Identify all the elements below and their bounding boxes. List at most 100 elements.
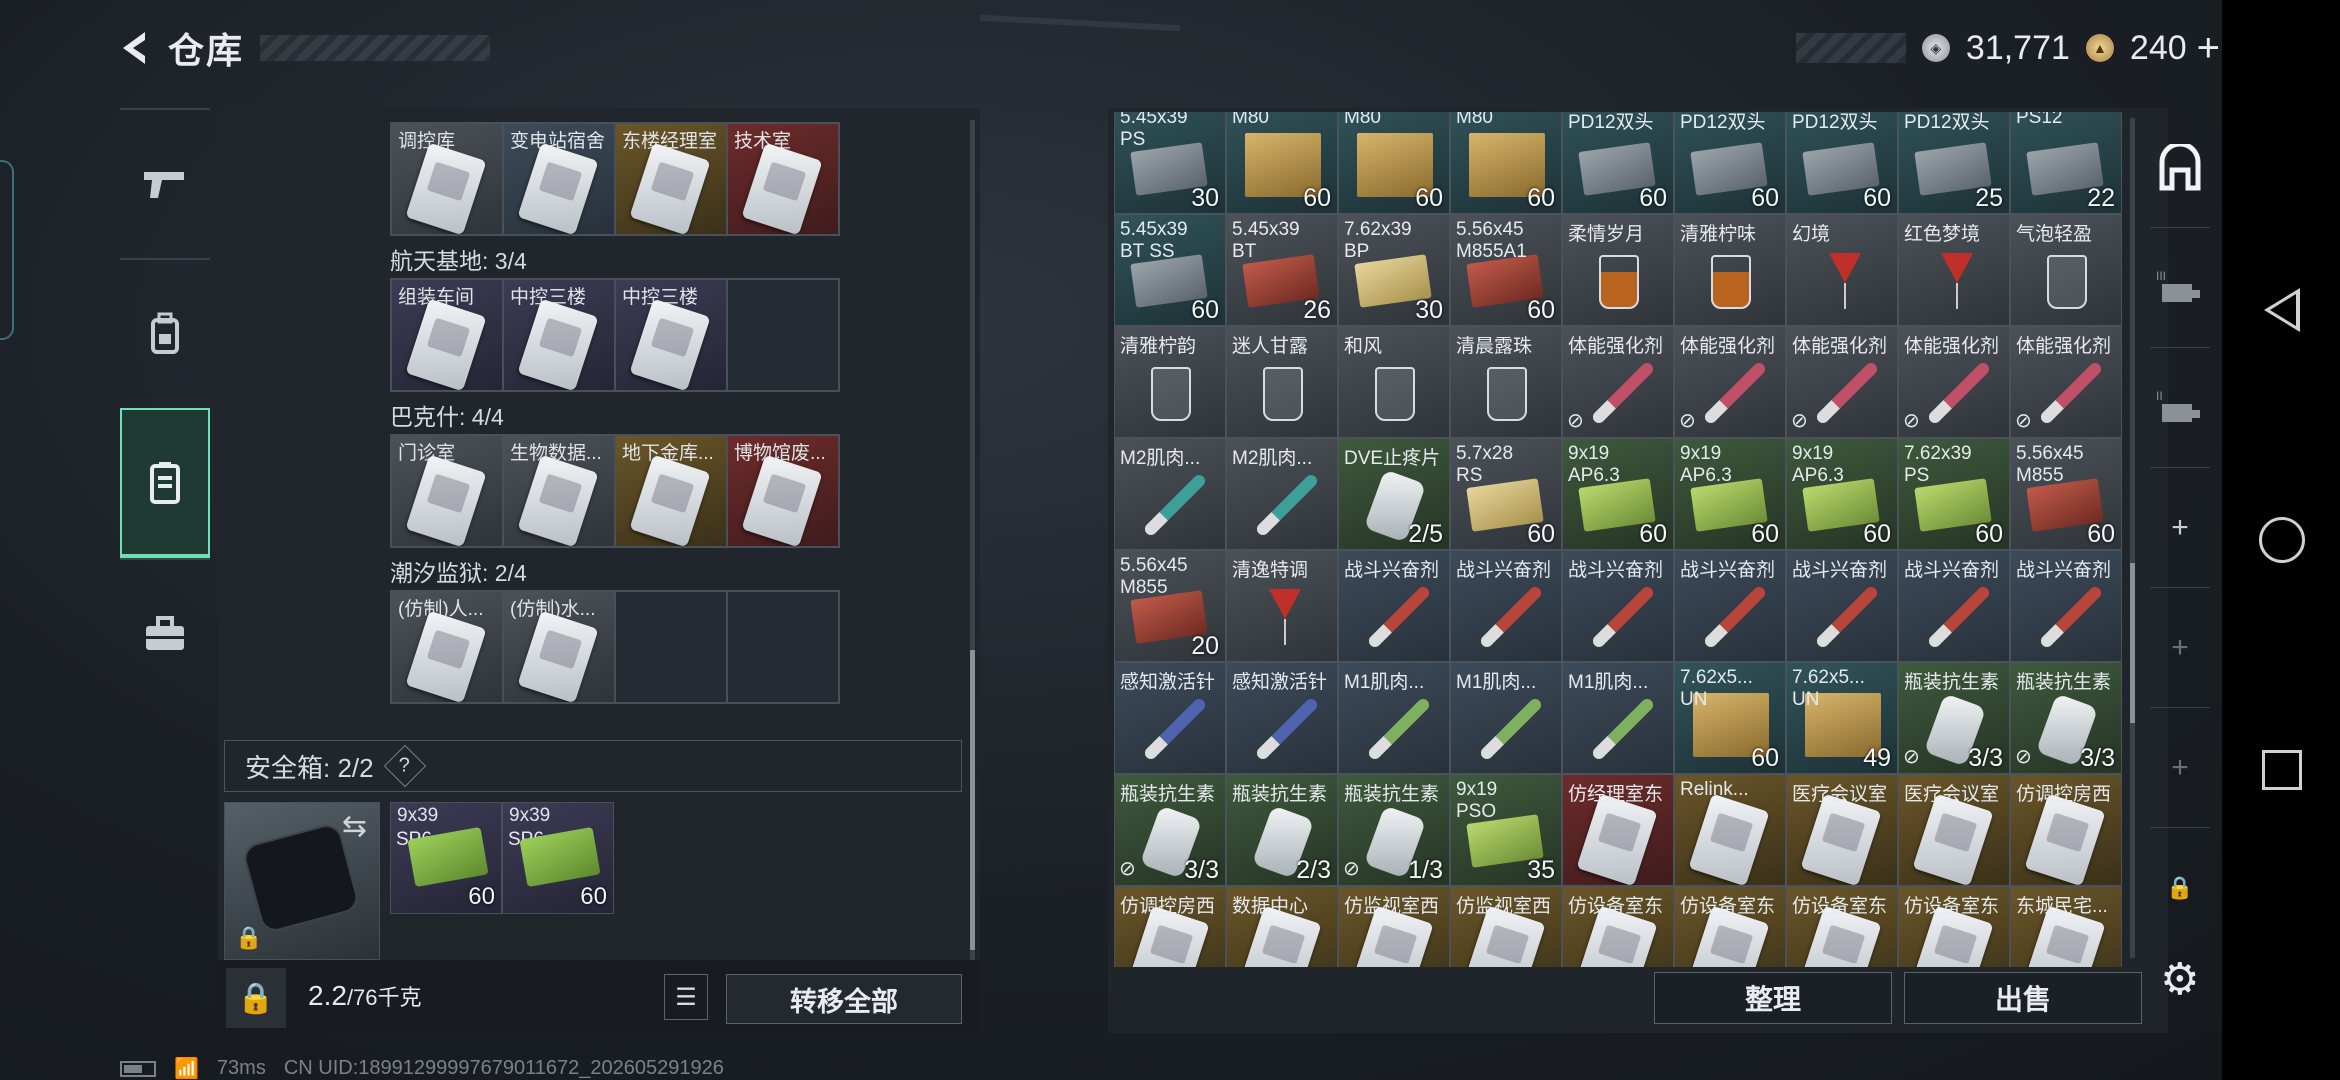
storage-icon[interactable] [2150,108,2210,228]
storage-item-slot[interactable]: M1肌肉... [1562,662,1674,774]
storage-item-slot[interactable]: 感知激活针 [1114,662,1226,774]
storage-item-slot[interactable]: 柔情岁月 [1562,214,1674,326]
storage-item-slot[interactable]: 7.62x5... UN 60 [1674,662,1786,774]
storage-item-slot[interactable]: 清雅柠韵 [1114,326,1226,438]
storage-item-slot[interactable]: 战斗兴奋剂 [1898,550,2010,662]
storage-item-slot[interactable]: 战斗兴奋剂 [1674,550,1786,662]
keycard-slot[interactable]: 技术室 [727,123,839,235]
storage-item-slot[interactable]: 瓶装抗生素 ⊘ 3/3 [1898,662,2010,774]
storage-item-slot[interactable]: 7.62x39 PS 60 [1898,438,2010,550]
scroll-thumb[interactable] [2130,563,2135,723]
storage-item-slot[interactable]: 体能强化剂 ⊘ [1898,326,2010,438]
add-storage-icon[interactable]: + [2150,468,2210,588]
storage-item-slot[interactable]: 迷人甘露 [1226,326,1338,438]
move-all-button[interactable]: 转移全部 [726,974,962,1024]
keycard-slot[interactable]: 东楼经理室 [615,123,727,235]
storage-item-slot[interactable]: 7.62x5... UN 49 [1786,662,1898,774]
storage-item-slot[interactable]: PS12 22 [2010,112,2122,214]
keycard-slot[interactable]: 变电站宿舍 [503,123,615,235]
storage-item-slot[interactable]: 7.62x39 BP 30 [1338,214,1450,326]
storage-item-slot[interactable]: PD12双头 60 [1674,112,1786,214]
storage-item-slot[interactable]: M80 60 [1450,112,1562,214]
storage-item-slot[interactable]: 战斗兴奋剂 [1562,550,1674,662]
keycard-slot[interactable]: 生物数据... [503,435,615,547]
storage-item-slot[interactable]: 5.45x39 BT 26 [1226,214,1338,326]
storage-item-slot[interactable]: 战斗兴奋剂 [1450,550,1562,662]
storage-item-slot[interactable]: 5.56x45 M855 20 [1114,550,1226,662]
left-scrollbar[interactable] [970,120,975,960]
empty-slot[interactable] [727,279,839,391]
storage-item-slot[interactable]: PD12双头 25 [1898,112,2010,214]
storage-item-slot[interactable]: M1肌肉... [1338,662,1450,774]
storage-item-slot[interactable]: 9x19 AP6.3 60 [1674,438,1786,550]
gear-icon[interactable]: ⚙ [2160,954,2199,1005]
right-scrollbar[interactable] [2130,118,2135,958]
storage-item-slot[interactable]: M80 60 [1226,112,1338,214]
storage-item-slot[interactable]: 瓶装抗生素 ⊘ 1/3 [1338,774,1450,886]
edge-handle[interactable] [0,160,14,340]
storage-item-slot[interactable]: 5.45x39 PS 30 [1114,112,1226,214]
storage-item-slot[interactable]: 医疗会议室 [1786,774,1898,886]
empty-slot[interactable] [727,591,839,703]
storage-item-slot[interactable]: 9x19 PSO 35 [1450,774,1562,886]
storage-item-slot[interactable]: 战斗兴奋剂 [1338,550,1450,662]
keycard-slot[interactable]: 调控库 [391,123,503,235]
storage-item-slot[interactable]: 仿设备室东 [1898,886,2010,967]
swap-icon[interactable]: ⇆ [342,809,367,844]
storage-item-slot[interactable]: 东城民宅... [2010,886,2122,967]
add-currency-button[interactable]: + [2197,26,2220,71]
storage-item-slot[interactable]: 气泡轻盈 [2010,214,2122,326]
tab-gear[interactable] [120,258,210,408]
storage-item-slot[interactable]: 清雅柠味 [1674,214,1786,326]
storage-item-slot[interactable]: M1肌肉... [1450,662,1562,774]
ammo-slot[interactable]: 9x39 SP6 60 [502,802,614,914]
storage-item-slot[interactable]: PD12双头 60 [1562,112,1674,214]
storage-item-slot[interactable]: M80 60 [1338,112,1450,214]
tab-weapons[interactable] [120,108,210,258]
storage-item-slot[interactable]: 5.45x39 BT SS 60 [1114,214,1226,326]
storage-item-slot[interactable]: M2肌肉... [1226,438,1338,550]
tab-case[interactable] [120,558,210,708]
storage-item-slot[interactable]: 仿调控房西 [2010,774,2122,886]
ammo-slot[interactable]: 9x39 SP6 60 [390,802,502,914]
help-icon[interactable]: ? [383,744,426,788]
keycard-slot[interactable]: 中控三楼 [503,279,615,391]
storage-item-slot[interactable]: PD12双头 60 [1786,112,1898,214]
safe-box-slot[interactable]: ⇆ 🔒 [224,802,380,960]
storage-item-slot[interactable]: 清逸特调 [1226,550,1338,662]
nav-back-button[interactable] [2258,286,2306,334]
storage-item-slot[interactable]: 战斗兴奋剂 [2010,550,2122,662]
storage-item-slot[interactable]: 瓶装抗生素 ⊘ 3/3 [2010,662,2122,774]
storage-item-slot[interactable]: 体能强化剂 ⊘ [1562,326,1674,438]
storage-item-slot[interactable]: 和风 [1338,326,1450,438]
storage-item-slot[interactable]: 体能强化剂 ⊘ [1786,326,1898,438]
storage-item-slot[interactable]: 仿监视室西 [1450,886,1562,967]
storage-item-slot[interactable]: 感知激活针 [1226,662,1338,774]
sell-button[interactable]: 出售 [1904,972,2142,1024]
storage-item-slot[interactable]: 医疗会议室 [1898,774,2010,886]
empty-slot[interactable] [615,591,727,703]
storage-item-slot[interactable]: 5.56x45 M855 60 [2010,438,2122,550]
storage-item-slot[interactable]: 仿调控房西 [1114,886,1226,967]
storage-item-slot[interactable]: 仿设备室东 [1674,886,1786,967]
storage-item-slot[interactable]: 红色梦境 [1898,214,2010,326]
storage-tier-2-icon[interactable]: II [2150,348,2210,468]
nav-recents-button[interactable] [2258,746,2306,794]
storage-item-slot[interactable]: 瓶装抗生素 2/3 [1226,774,1338,886]
storage-item-slot[interactable]: 幻境 [1786,214,1898,326]
add-storage-icon[interactable]: + [2150,588,2210,708]
nav-home-button[interactable] [2258,516,2306,564]
storage-tier-3-icon[interactable]: III [2150,228,2210,348]
keycard-slot[interactable]: 博物馆废... [727,435,839,547]
storage-item-slot[interactable]: M2肌肉... [1114,438,1226,550]
storage-item-slot[interactable]: 清晨露珠 [1450,326,1562,438]
storage-item-slot[interactable]: Relink... [1674,774,1786,886]
lock-button[interactable]: 🔒 [226,968,286,1028]
keycard-slot[interactable]: (仿制)人... [391,591,503,703]
storage-item-slot[interactable]: 9x19 AP6.3 60 [1562,438,1674,550]
storage-item-slot[interactable]: 战斗兴奋剂 [1786,550,1898,662]
list-view-button[interactable]: ☰ [664,974,708,1020]
storage-item-slot[interactable]: 5.56x45 M855A1 60 [1450,214,1562,326]
keycard-slot[interactable]: 组装车间 [391,279,503,391]
tab-keycards[interactable] [120,408,210,558]
